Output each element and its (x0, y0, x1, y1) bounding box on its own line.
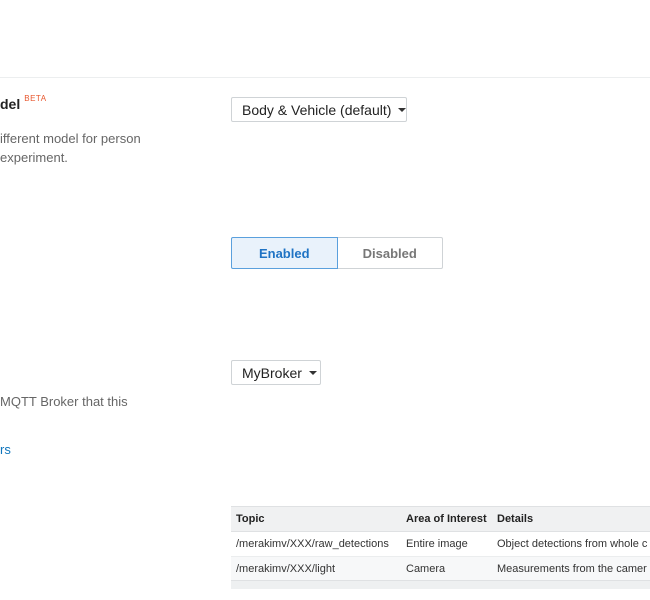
model-setting-heading: del BETA (0, 94, 47, 112)
table-row: /merakimv/XXX/light Camera Measurements … (231, 556, 650, 582)
camera-sense-settings-page: del BETA ifferent model for person experi… (0, 0, 650, 600)
topics-table: Topic Area of Interest Details /merakimv… (231, 506, 650, 582)
state-toggle: Enabled Disabled (231, 237, 443, 269)
broker-dropdown-value: MyBroker (242, 364, 302, 381)
brokers-link[interactable]: rs (0, 442, 11, 457)
model-setting-title: del (0, 96, 21, 112)
area-cell: Camera (401, 556, 492, 582)
model-desc-line-2: experiment. (0, 150, 68, 165)
table-footer (231, 580, 650, 589)
caret-down-icon (398, 108, 407, 112)
model-desc-line-1: ifferent model for person (0, 131, 141, 146)
topic-cell: /merakimv/XXX/light (231, 556, 401, 582)
column-header-topic: Topic (231, 506, 401, 532)
beta-badge: BETA (24, 94, 47, 103)
column-header-area: Area of Interest (401, 506, 492, 532)
topic-cell: /merakimv/XXX/raw_detections (231, 531, 401, 557)
caret-down-icon (308, 371, 317, 375)
enabled-option[interactable]: Enabled (231, 237, 338, 269)
broker-setting-description: MQTT Broker that this (0, 394, 128, 409)
section-divider (0, 77, 650, 78)
model-dropdown[interactable]: Body & Vehicle (default) (231, 97, 407, 122)
column-header-details: Details (492, 506, 650, 532)
model-dropdown-value: Body & Vehicle (default) (242, 101, 392, 118)
broker-dropdown[interactable]: MyBroker (231, 360, 321, 385)
area-cell: Entire image (401, 531, 492, 557)
table-row: /merakimv/XXX/raw_detections Entire imag… (231, 531, 650, 557)
disabled-option[interactable]: Disabled (337, 237, 443, 269)
details-cell: Object detections from whole c (492, 531, 650, 557)
details-cell: Measurements from the camer (492, 556, 650, 582)
table-header-row: Topic Area of Interest Details (231, 506, 650, 532)
model-setting-description: ifferent model for person experiment. (0, 129, 141, 167)
